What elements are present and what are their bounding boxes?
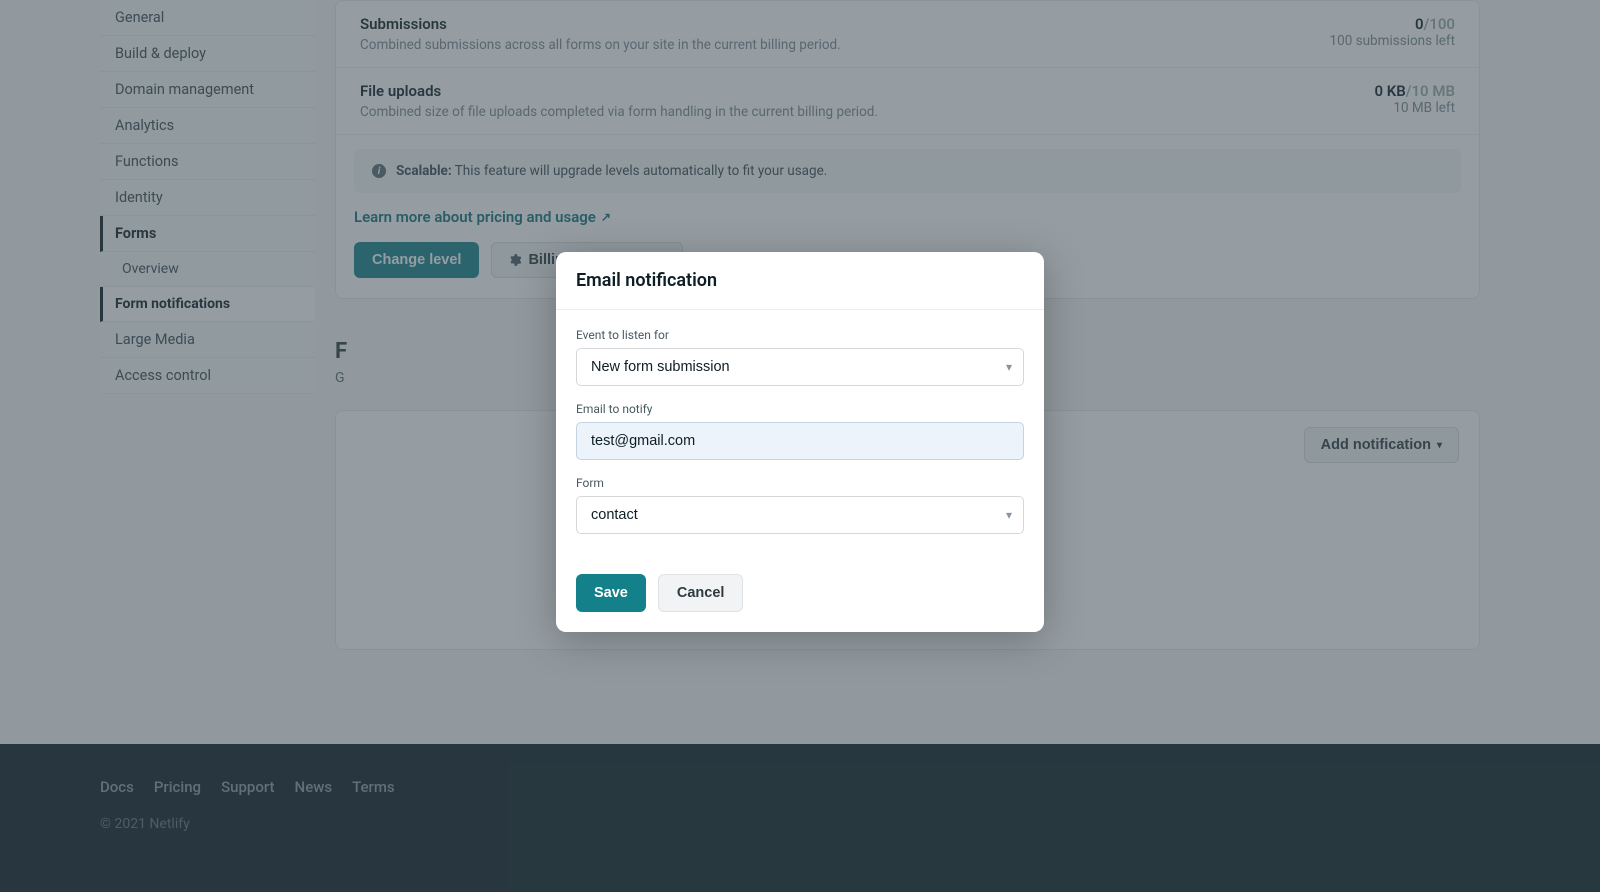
cancel-button[interactable]: Cancel [658, 574, 744, 612]
save-button[interactable]: Save [576, 574, 646, 612]
email-label: Email to notify [576, 402, 1024, 416]
email-notification-modal: Email notification Event to listen for N… [556, 252, 1044, 632]
modal-overlay[interactable]: Email notification Event to listen for N… [0, 0, 1600, 892]
event-select[interactable]: New form submission [576, 348, 1024, 386]
email-input[interactable] [576, 422, 1024, 460]
form-select[interactable]: contact [576, 496, 1024, 534]
event-label: Event to listen for [576, 328, 1024, 342]
modal-title: Email notification [576, 270, 1024, 291]
form-label: Form [576, 476, 1024, 490]
